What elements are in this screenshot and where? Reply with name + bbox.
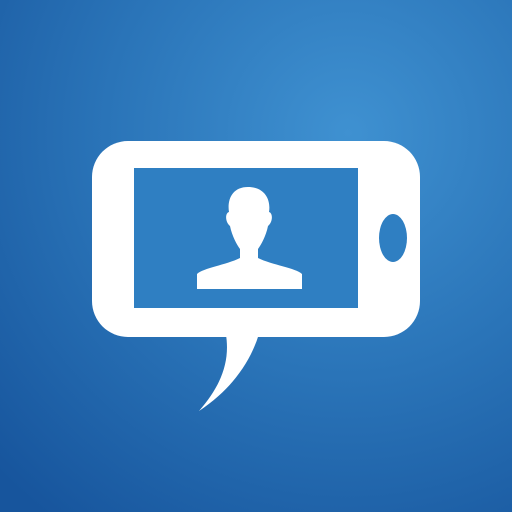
app-icon-graphic: [0, 0, 512, 512]
home-button-icon: [379, 214, 407, 262]
app-icon: [0, 0, 512, 512]
